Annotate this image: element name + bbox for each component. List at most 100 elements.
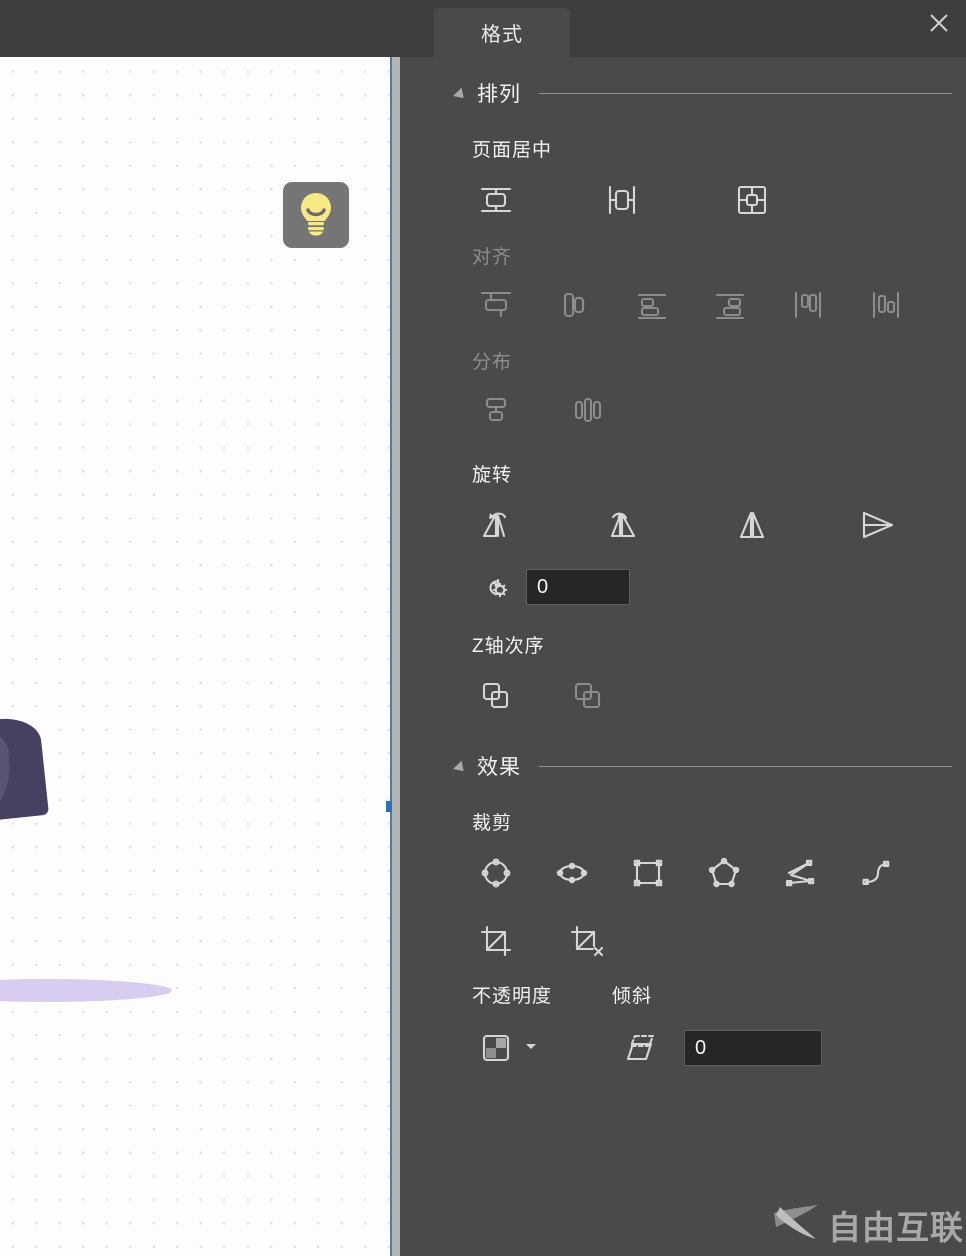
align-top-button[interactable] [470, 279, 522, 331]
send-to-back-icon [571, 679, 605, 713]
align-button-row [430, 279, 966, 331]
group-label-page-center: 页面居中 [430, 141, 966, 160]
align-center-icon [869, 288, 903, 322]
distribute-button-row [430, 384, 966, 436]
send-to-back-button[interactable] [562, 670, 614, 722]
align-left-button[interactable] [782, 279, 834, 331]
section-header-effects[interactable]: 效果 [430, 744, 966, 788]
close-icon [926, 10, 952, 41]
group-label-align: 对齐 [430, 248, 966, 267]
chevron-collapse-icon[interactable] [453, 87, 468, 102]
crop-rectangle-icon [632, 857, 664, 889]
opacity-checker-icon [481, 1033, 511, 1063]
group-label-skew: 倾斜 [612, 987, 652, 1006]
rotate-button-row [430, 499, 966, 551]
section-title-effects: 效果 [477, 751, 521, 781]
distribute-horizontal-icon [571, 393, 605, 427]
opacity-skew-control-row: 0 [430, 1022, 966, 1074]
align-bottom-icon [635, 288, 669, 322]
opacity-skew-label-row: 不透明度 倾斜 [430, 987, 966, 1006]
rotation-gear-button[interactable] [470, 561, 522, 613]
crop-shape-button-row [430, 847, 966, 899]
crop-bezier-icon [860, 857, 892, 889]
canvas-scroll-gutter [392, 57, 400, 1256]
align-left-icon [791, 288, 825, 322]
canvas-top-strip [0, 0, 400, 57]
rotation-angle-row: 0 [430, 561, 966, 613]
lightbulb-icon [296, 190, 336, 241]
flip-vertical-icon [858, 507, 898, 543]
canvas-vertical-scrollbar[interactable] [400, 57, 430, 1256]
crop-circle-button[interactable] [470, 847, 522, 899]
rotation-gear-icon [479, 570, 513, 604]
align-middle-icon [557, 288, 591, 322]
rotate-right-button[interactable] [596, 499, 648, 551]
flip-vertical-button[interactable] [852, 499, 904, 551]
crop-polyline-icon [784, 857, 816, 889]
app-window: 格式 排列 页面居中 [0, 0, 966, 1256]
canvas-sheet[interactable] [0, 57, 390, 1256]
crop-apply-button[interactable] [470, 915, 522, 967]
align-center-vertical-page-icon [605, 183, 639, 217]
chevron-collapse-icon[interactable] [453, 760, 468, 775]
skew-icon [625, 1031, 659, 1065]
crop-action-button-row [430, 915, 966, 967]
close-button[interactable] [922, 8, 956, 42]
chevron-down-icon[interactable] [524, 1039, 538, 1058]
crop-pentagon-icon [708, 857, 740, 889]
canvas-area [0, 0, 430, 1256]
align-right-icon [713, 288, 747, 322]
rotation-angle-value: 0 [537, 576, 548, 599]
section-title-arrange: 排列 [477, 78, 521, 108]
crop-ellipse-button[interactable] [546, 847, 598, 899]
group-label-crop: 裁剪 [430, 814, 966, 833]
lavender-ellipse-shape[interactable] [0, 979, 172, 1002]
panel-tabstrip: 格式 [430, 0, 966, 57]
tab-format[interactable]: 格式 [434, 8, 570, 57]
center-both-page-icon [735, 183, 769, 217]
align-top-icon [479, 288, 513, 322]
section-divider [539, 766, 952, 767]
opacity-swatch-button[interactable] [470, 1022, 522, 1074]
bring-to-front-button[interactable] [470, 670, 522, 722]
section-divider [539, 93, 952, 94]
crop-bezier-button[interactable] [850, 847, 902, 899]
distribute-vertical-button[interactable] [470, 384, 522, 436]
crop-ellipse-icon [556, 857, 588, 889]
align-center-horizontal-page-icon [479, 183, 513, 217]
bring-to-front-icon [479, 679, 513, 713]
skew-value: 0 [695, 1037, 706, 1060]
crop-remove-button[interactable] [562, 915, 614, 967]
crop-polyline-button[interactable] [774, 847, 826, 899]
page-center-button-row [430, 174, 966, 226]
distribute-vertical-icon [479, 393, 513, 427]
align-bottom-button[interactable] [626, 279, 678, 331]
rotate-left-button[interactable] [470, 499, 522, 551]
rotate-left-icon [478, 507, 514, 543]
rotation-angle-input[interactable]: 0 [526, 569, 630, 605]
group-label-distribute: 分布 [430, 353, 966, 372]
lightbulb-sticker[interactable] [283, 182, 349, 248]
center-vertical-on-page-button[interactable] [596, 174, 648, 226]
flip-horizontal-icon [734, 507, 770, 543]
flip-horizontal-button[interactable] [726, 499, 778, 551]
skew-value-input[interactable]: 0 [684, 1030, 822, 1066]
distribute-horizontal-button[interactable] [562, 384, 614, 436]
format-panel: 格式 排列 页面居中 [430, 0, 966, 1256]
section-header-arrange[interactable]: 排列 [430, 71, 966, 115]
panel-body: 排列 页面居中 [430, 57, 966, 1256]
crop-remove-icon [569, 924, 607, 958]
crop-pentagon-button[interactable] [698, 847, 750, 899]
center-horizontal-on-page-button[interactable] [470, 174, 522, 226]
group-label-z-order: Z轴次序 [430, 637, 966, 656]
group-label-rotate: 旋转 [430, 466, 966, 485]
z-order-button-row [430, 670, 966, 722]
align-right-button[interactable] [704, 279, 756, 331]
center-both-on-page-button[interactable] [726, 174, 778, 226]
crop-icon [479, 924, 513, 958]
crop-circle-icon [480, 857, 512, 889]
skew-button[interactable] [616, 1022, 668, 1074]
crop-rectangle-button[interactable] [622, 847, 674, 899]
align-middle-button[interactable] [548, 279, 600, 331]
align-center-button[interactable] [860, 279, 912, 331]
